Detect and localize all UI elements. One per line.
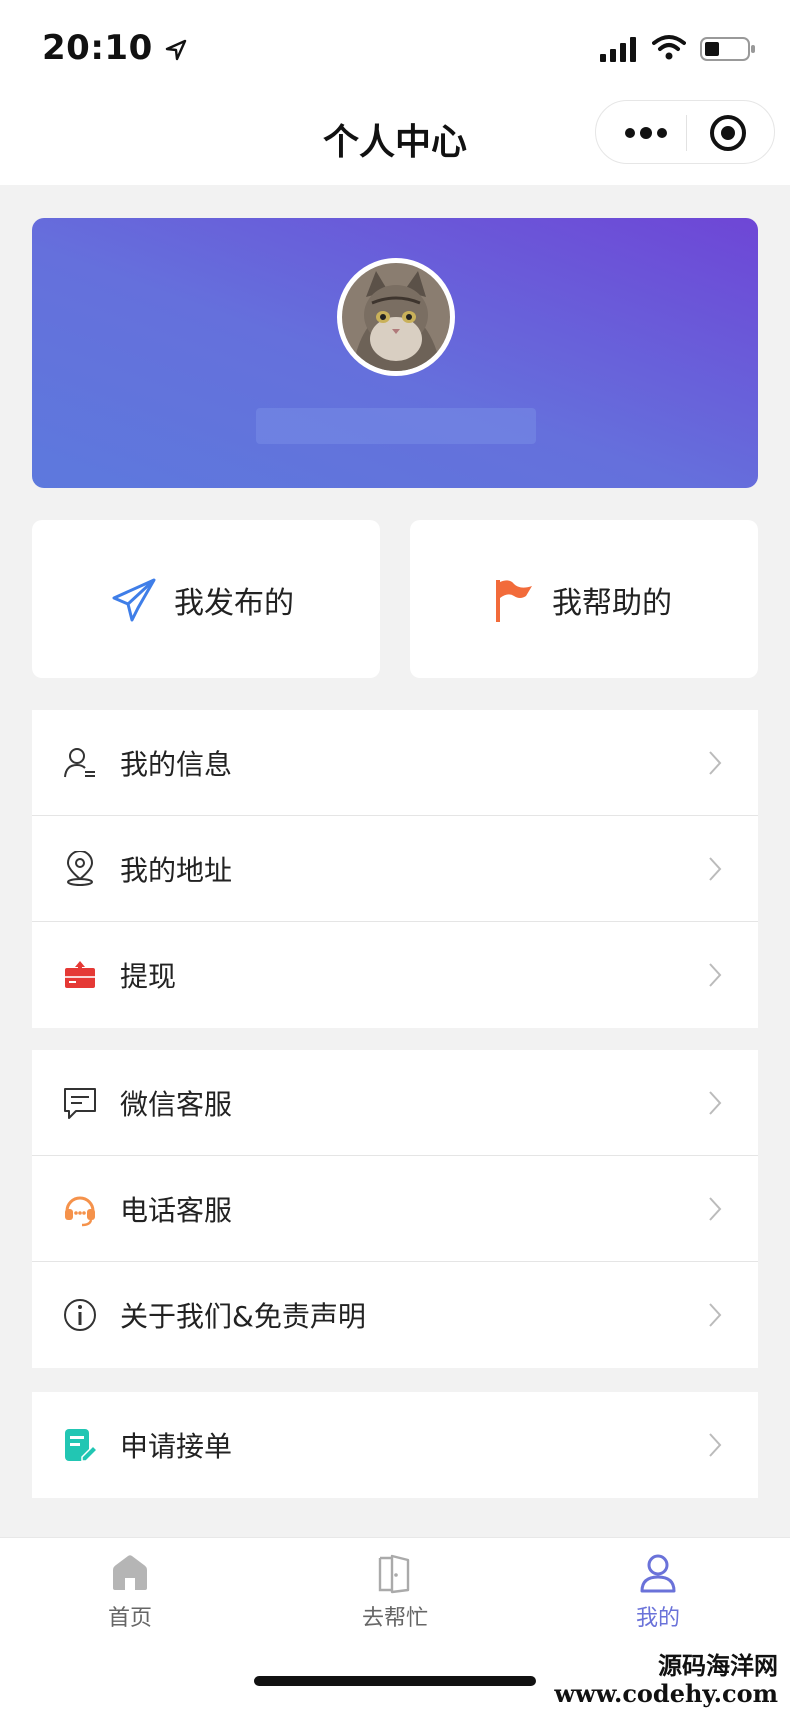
- chevron-right-icon: [709, 751, 722, 775]
- tab-label: 我的: [635, 1606, 680, 1631]
- nickname-placeholder: [256, 408, 536, 444]
- miniapp-capsule: [595, 100, 775, 164]
- my-helped-label: 我帮助的: [552, 586, 672, 621]
- menu-item-label: 电话客服: [120, 1194, 233, 1227]
- status-time: 20:10: [42, 28, 187, 68]
- menu-item-my-info[interactable]: 我的信息: [32, 710, 758, 816]
- chevron-right-icon: [709, 963, 722, 987]
- status-time-text: 20:10: [42, 28, 153, 68]
- home-indicator: [254, 1676, 536, 1686]
- menu-group-account: 我的信息 我的地址 提现: [32, 710, 758, 1028]
- edit-form-icon: [65, 1429, 98, 1462]
- home-icon: [113, 1555, 147, 1590]
- menu-item-label: 我的地址: [120, 854, 233, 887]
- tab-home[interactable]: 首页: [30, 1552, 230, 1652]
- menu-item-label: 提现: [120, 960, 177, 993]
- battery-icon: [700, 37, 755, 61]
- location-arrow-icon: [165, 39, 187, 61]
- status-bar: 20:10: [0, 0, 790, 95]
- menu-item-label: 我的信息: [120, 748, 233, 781]
- info-circle-icon: [64, 1299, 96, 1331]
- close-miniapp-icon[interactable]: [708, 113, 748, 153]
- menu-item-phone-service[interactable]: 电话客服: [32, 1156, 758, 1262]
- my-published-card[interactable]: 我发布的: [32, 520, 380, 678]
- location-pin-icon: [66, 851, 94, 886]
- chevron-right-icon: [709, 1303, 722, 1327]
- chevron-right-icon: [709, 1091, 722, 1115]
- menu-item-label: 微信客服: [120, 1088, 233, 1121]
- menu-group-support: 微信客服 电话客服 关于我们&免责声明: [32, 1050, 758, 1368]
- tab-label: 去帮忙: [361, 1606, 428, 1631]
- withdraw-wallet-icon: [65, 961, 95, 988]
- headset-icon: [65, 1196, 95, 1227]
- tab-mine[interactable]: 我的: [558, 1552, 758, 1652]
- cat-avatar-icon: [342, 263, 450, 371]
- avatar[interactable]: [337, 258, 455, 376]
- chevron-right-icon: [709, 857, 722, 881]
- user-info-icon: [64, 748, 95, 778]
- my-helped-card[interactable]: 我帮助的: [410, 520, 758, 678]
- menu-item-apply-orders[interactable]: 申请接单: [32, 1392, 758, 1498]
- menu-item-withdraw[interactable]: 提现: [32, 922, 758, 1028]
- menu-item-label: 关于我们&免责声明: [120, 1300, 366, 1333]
- profile-header-card: [32, 218, 758, 488]
- chevron-right-icon: [709, 1433, 722, 1457]
- chat-bubble-icon: [64, 1088, 96, 1119]
- watermark: 源码海洋网 www.codehy.com: [554, 1652, 778, 1708]
- flag-icon: [496, 580, 532, 622]
- menu-item-my-address[interactable]: 我的地址: [32, 816, 758, 922]
- tab-label: 首页: [107, 1606, 152, 1631]
- menu-group-apply: 申请接单: [32, 1392, 758, 1498]
- menu-item-about-disclaimer[interactable]: 关于我们&免责声明: [32, 1262, 758, 1368]
- my-published-label: 我发布的: [174, 586, 294, 621]
- tab-go-help[interactable]: 去帮忙: [295, 1552, 495, 1652]
- menu-item-wechat-service[interactable]: 微信客服: [32, 1050, 758, 1156]
- capsule-divider: [686, 115, 687, 151]
- status-indicators: [600, 34, 760, 64]
- nav-bar: 个人中心: [0, 95, 790, 185]
- paper-plane-icon: [112, 578, 156, 622]
- signal-icon: [600, 37, 636, 62]
- user-icon: [640, 1554, 676, 1593]
- door-icon: [378, 1554, 410, 1594]
- chevron-right-icon: [709, 1197, 722, 1221]
- watermark-line2: www.codehy.com: [554, 1679, 778, 1708]
- wifi-icon: [652, 35, 686, 60]
- more-icon[interactable]: [616, 111, 676, 155]
- watermark-line1: 源码海洋网: [658, 1651, 778, 1680]
- menu-item-label: 申请接单: [120, 1430, 233, 1463]
